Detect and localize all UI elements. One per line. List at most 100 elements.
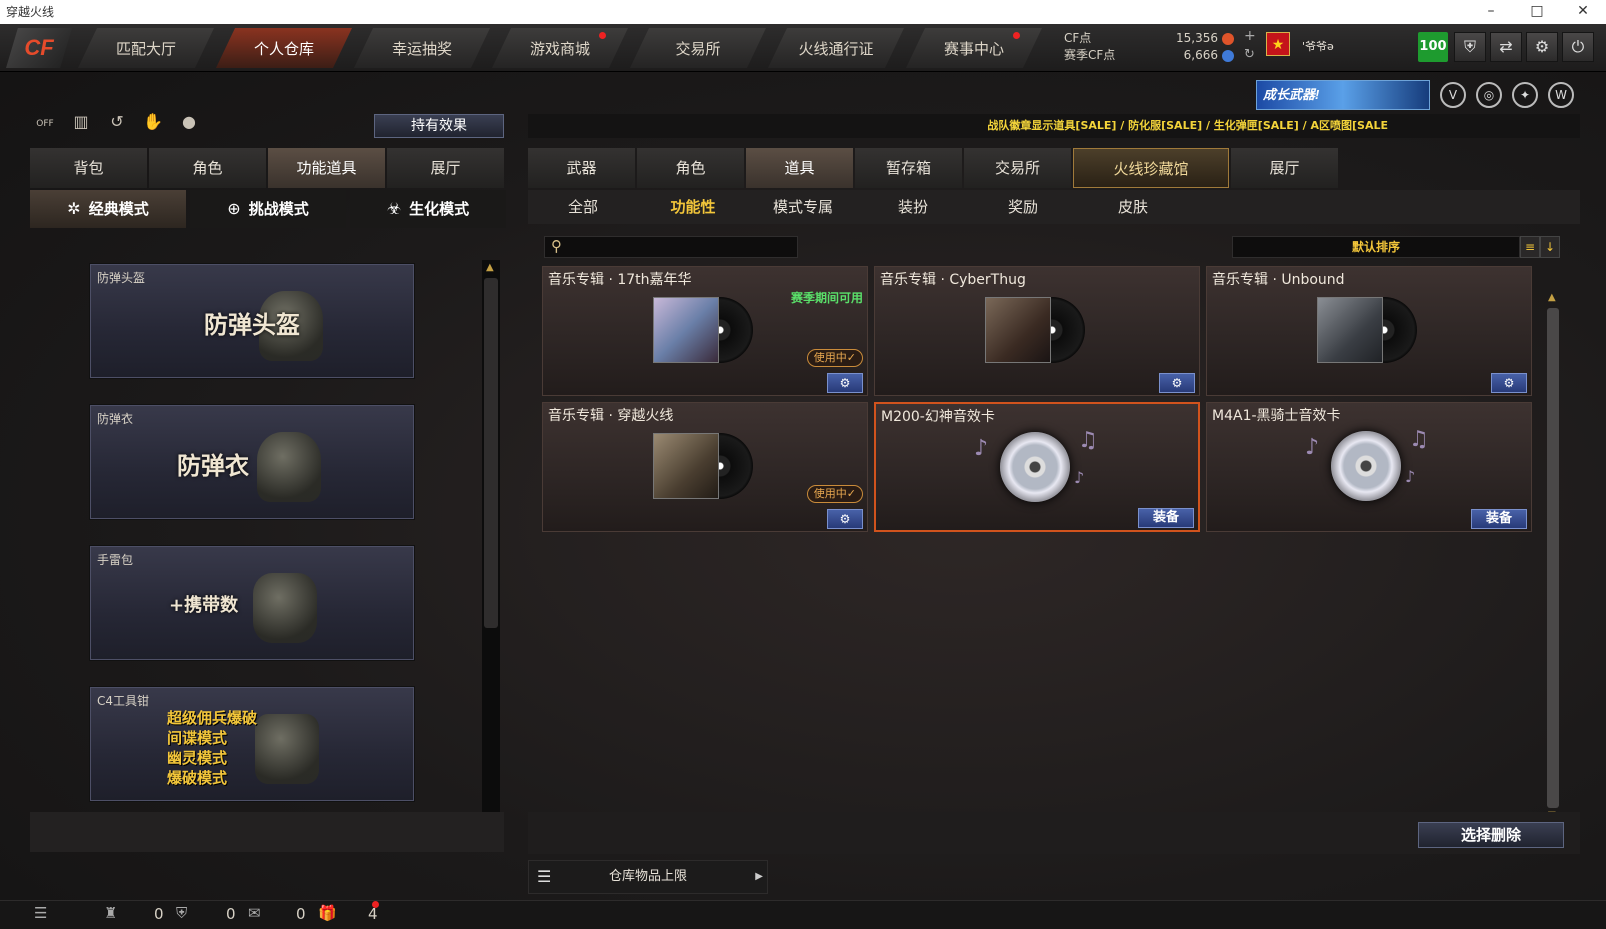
tab-showroom-right[interactable]: 展厅 — [1231, 148, 1338, 188]
item-card[interactable]: 音乐专辑 · 穿越火线 使用中✓ ⚙ — [542, 402, 868, 532]
settings-button[interactable]: ⚙ — [827, 373, 863, 393]
settings-button[interactable]: ⚙ — [1159, 373, 1195, 393]
nav-tab-match-hall[interactable]: 匹配大厅 — [78, 28, 214, 68]
switch-icon[interactable]: ⇄ — [1490, 32, 1522, 62]
item-card[interactable]: 音乐专辑 · Unbound ⚙ — [1206, 266, 1532, 396]
equip-button[interactable]: 装备 — [1471, 509, 1527, 529]
item-card[interactable]: M4A1-黑骑士音效卡 ♪ ♫ ♪ 装备 — [1206, 402, 1532, 532]
mode-classic[interactable]: ✲ 经典模式 — [30, 190, 186, 228]
settings-button[interactable]: ⚙ — [827, 509, 863, 529]
right-scrollbar[interactable]: ▲ ▼ — [1544, 292, 1562, 826]
growth-weapon-banner[interactable]: 成长武器! — [1256, 80, 1430, 110]
nav-tab-event-center[interactable]: 赛事中心 — [906, 28, 1042, 68]
menu-list-icon[interactable]: ☰ — [34, 904, 47, 922]
refresh-icon[interactable]: ↻ — [1244, 46, 1255, 63]
nav-tab-exchange[interactable]: 交易所 — [630, 28, 766, 68]
cf-logo[interactable]: CF — [6, 28, 72, 68]
storage-capacity-button[interactable]: ☰ 仓库物品上限 ▶ — [528, 860, 768, 894]
globe-icon[interactable]: ◎ — [1476, 82, 1502, 108]
item-card-selected[interactable]: M200-幻神音效卡 ♪ ♫ ♪ 装备 — [874, 402, 1200, 532]
tab-items[interactable]: 道具 — [746, 148, 853, 188]
scroll-up-icon[interactable]: ▲ — [1548, 292, 1556, 303]
nav-tab-battle-pass[interactable]: 火线通行证 — [768, 28, 904, 68]
badge-v-icon[interactable]: V — [1440, 82, 1466, 108]
select-delete-button[interactable]: 选择删除 — [1418, 822, 1564, 848]
clan-count: 0 — [226, 905, 236, 923]
game-client: CF 匹配大厅 个人仓库 幸运抽奖 游戏商城 交易所 火线通行证 赛事中心 CF… — [0, 24, 1606, 929]
minimize-icon[interactable]: – — [1468, 0, 1514, 24]
tab-weapons[interactable]: 武器 — [528, 148, 635, 188]
power-icon[interactable]: ⏻ — [1562, 32, 1594, 62]
message-count: 0 — [296, 905, 306, 923]
nav-tab-personal-storage[interactable]: 个人仓库 — [216, 28, 352, 68]
item-card[interactable]: 音乐专辑 · CyberThug ⚙ — [874, 266, 1200, 396]
item-grenade-pack[interactable]: 手雷包 +携带数 — [90, 546, 414, 660]
sort-desc-icon[interactable]: ↓ — [1540, 236, 1560, 258]
nav-tab-label: 火线通行证 — [798, 39, 874, 58]
maximize-icon[interactable]: □ — [1514, 0, 1560, 24]
tab-characters[interactable]: 角色 — [637, 148, 744, 188]
in-use-badge: 使用中✓ — [806, 349, 863, 367]
subtab-mode-exclusive[interactable]: 模式专属 — [748, 190, 858, 224]
settings-button[interactable]: ⚙ — [1491, 373, 1527, 393]
search-input[interactable]: ⚲ — [544, 236, 798, 258]
subtab-all[interactable]: 全部 — [528, 190, 638, 224]
tab-showroom[interactable]: 展厅 — [387, 148, 504, 188]
close-icon[interactable]: ✕ — [1560, 0, 1606, 24]
shield-icon[interactable]: ⛨ — [1454, 32, 1486, 62]
subtab-decoration[interactable]: 装扮 — [858, 190, 968, 224]
chat-icon[interactable]: ✉ — [248, 904, 261, 922]
list-view-icon[interactable]: ≡ — [1520, 236, 1540, 258]
item-title: 音乐专辑 · Unbound — [1212, 272, 1345, 288]
tab-character[interactable]: 角色 — [149, 148, 266, 188]
subtab-functional[interactable]: 功能性 — [638, 190, 748, 224]
subtab-skins[interactable]: 皮肤 — [1078, 190, 1188, 224]
mode-line: 超级佣兵爆破 — [167, 709, 258, 727]
tab-functional-items[interactable]: 功能道具 — [268, 148, 385, 188]
gift-icon[interactable]: 🎁 — [318, 904, 337, 922]
hand-icon[interactable]: ✋ — [140, 112, 166, 136]
scroll-up-icon[interactable]: ▲ — [486, 262, 494, 273]
in-use-badge: 使用中✓ — [806, 485, 863, 503]
tab-backpack[interactable]: 背包 — [30, 148, 147, 188]
equip-button[interactable]: 装备 — [1138, 508, 1194, 528]
sound-card-disc-icon: ♪ ♫ ♪ — [1305, 427, 1433, 501]
item-c4-pliers[interactable]: C4工具钳 超级佣兵爆破 间谍模式 幽灵模式 爆破模式 — [90, 687, 414, 801]
item-vest[interactable]: 防弹衣 防弹衣 — [90, 405, 414, 519]
music-album-icon — [653, 433, 753, 499]
w-logo-icon[interactable]: W — [1548, 82, 1574, 108]
nav-tab-label: 幸运抽奖 — [391, 39, 452, 58]
username[interactable]: '爷爷ə — [1302, 38, 1334, 54]
scroll-thumb[interactable] — [484, 278, 498, 628]
clan-shield-icon[interactable]: ⛨ — [176, 904, 187, 922]
friends-icon[interactable]: ♜ — [104, 904, 117, 922]
level-badge[interactable]: 100 — [1418, 32, 1448, 62]
history-icon[interactable]: ↺ — [104, 112, 130, 136]
tab-temp-box[interactable]: 暂存箱 — [855, 148, 962, 188]
nav-tab-lucky-draw[interactable]: 幸运抽奖 — [354, 28, 490, 68]
mode-challenge[interactable]: ⊕ 挑战模式 — [190, 190, 346, 228]
podium-icon[interactable]: ▥ — [68, 112, 94, 136]
item-helmet[interactable]: 防弹头盔 防弹头盔 — [90, 264, 414, 378]
nav-tab-label: 赛事中心 — [943, 39, 1004, 58]
nav-tab-game-mall[interactable]: 游戏商城 — [492, 28, 628, 68]
held-effects-button[interactable]: 持有效果 — [374, 114, 504, 138]
season-points-value: 6,666 — [1183, 48, 1218, 62]
item-label: 防弹衣 — [97, 412, 134, 426]
mode-zombie[interactable]: ☣ 生化模式 — [350, 190, 506, 228]
sort-dropdown[interactable]: 默认排序 — [1232, 236, 1520, 258]
grenade-icon[interactable]: ● — [176, 112, 202, 136]
tab-collection-hall[interactable]: 火线珍藏馆 — [1073, 148, 1229, 188]
tab-exchange[interactable]: 交易所 — [964, 148, 1071, 188]
mode-label: 生化模式 — [409, 200, 470, 218]
wing-icon[interactable]: ✦ — [1512, 82, 1538, 108]
left-scrollbar[interactable]: ▲ ▼ — [482, 260, 500, 840]
add-icon[interactable]: + — [1244, 28, 1256, 45]
capacity-label: 仓库物品上限 — [608, 869, 687, 884]
item-card[interactable]: 音乐专辑 · 17th嘉年华 赛季期间可用 使用中✓ ⚙ — [542, 266, 868, 396]
gear-icon[interactable]: ⚙ — [1526, 32, 1558, 62]
subtab-rewards[interactable]: 奖励 — [968, 190, 1078, 224]
mode-label: 挑战模式 — [248, 200, 309, 218]
scroll-track[interactable] — [1547, 308, 1559, 808]
toggle-off-icon[interactable]: OFF — [32, 112, 58, 136]
